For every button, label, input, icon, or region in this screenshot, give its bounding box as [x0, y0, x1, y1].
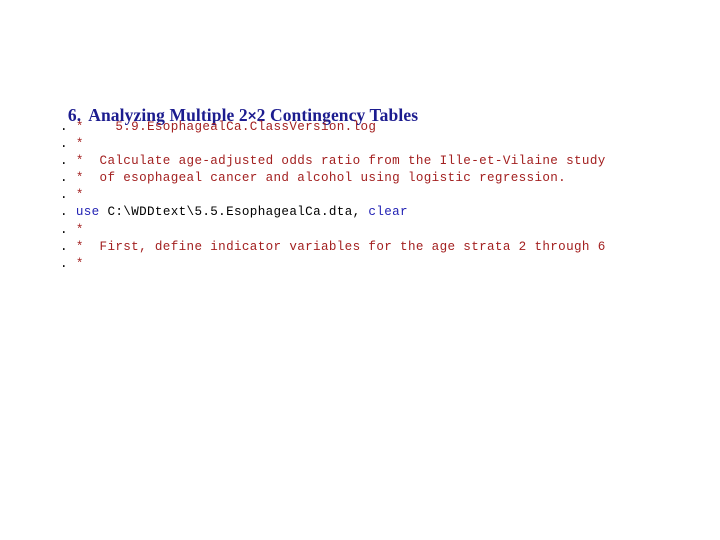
log-prompt-dot: .: [60, 222, 68, 237]
log-prompt-dot: .: [60, 256, 68, 271]
log-token-keyword: clear: [360, 205, 408, 220]
stata-log-listing: . * 5.9.EsophagealCa.ClassVersion.log. *…: [60, 119, 606, 273]
log-token-keyword: use: [67, 205, 100, 220]
log-prompt-dot: .: [60, 137, 68, 152]
log-prompt-dot: .: [60, 154, 68, 169]
log-token-comment: * 5.9.EsophagealCa.ClassVersion.log: [67, 120, 377, 134]
log-prompt-dot: .: [60, 120, 68, 134]
log-token-comment: * of esophageal cancer and alcohol using…: [67, 171, 567, 186]
log-token-comment: * First, define indicator variables for …: [67, 239, 606, 254]
log-line: . * 5.9.EsophagealCa.ClassVersion.log: [60, 119, 606, 136]
log-line: . *: [60, 256, 606, 273]
log-token-comment: *: [67, 256, 84, 271]
log-token-comment: * Calculate age-adjusted odds ratio from…: [67, 154, 606, 169]
slide-canvas: 6. Analyzing Multiple 2×2 Contingency Tab…: [0, 0, 720, 540]
log-prompt-dot: .: [60, 188, 68, 203]
log-line: . use C:\WDDtext\5.5.EsophagealCa.dta, c…: [60, 204, 606, 221]
log-prompt-dot: .: [60, 239, 68, 254]
log-line: . *: [60, 222, 606, 239]
log-line: . * of esophageal cancer and alcohol usi…: [60, 170, 606, 187]
log-prompt-dot: .: [60, 205, 68, 220]
log-prompt-dot: .: [60, 171, 68, 186]
log-token-comment: *: [67, 222, 84, 237]
log-token-comment: *: [67, 137, 84, 152]
log-line: . * First, define indicator variables fo…: [60, 239, 606, 256]
log-line: . *: [60, 136, 606, 153]
log-line: . * Calculate age-adjusted odds ratio fr…: [60, 153, 606, 170]
log-line: . *: [60, 187, 606, 204]
log-token-comment: *: [67, 188, 84, 203]
log-token-plain: C:\WDDtext\5.5.EsophagealCa.dta,: [99, 205, 361, 220]
